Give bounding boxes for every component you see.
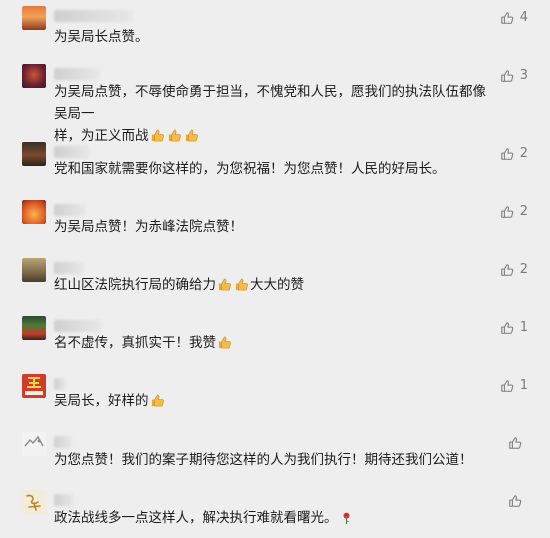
comment-text-line: 为吴局点赞，不辱使命勇于担当，不愧党和人民，愿我们的执法队伍都像吴局一 <box>54 84 486 122</box>
like-button[interactable] <box>508 494 528 508</box>
thumbs-up-outline-icon <box>509 495 522 507</box>
comment-text: 为吴局点赞！为赤峰法院点赞！ <box>54 219 243 235</box>
avatar[interactable] <box>22 64 46 88</box>
thumbs-up-outline-icon <box>500 321 513 334</box>
like-count: 2 <box>519 146 528 161</box>
like-count: 2 <box>519 262 528 277</box>
rose-emoji-icon <box>343 512 349 525</box>
comment-text: 党和国家就需要你这样的，为您祝福！为您点赞！人民的好局长。 <box>54 161 446 177</box>
comment-text-part: 大大的赞 <box>250 277 304 293</box>
comment-text-part: 名不虚传，真抓实干！我赞 <box>54 335 216 351</box>
comment-text-part: 吴局长，好样的 <box>54 393 149 409</box>
username-blurred[interactable] <box>54 320 102 332</box>
username-blurred[interactable] <box>54 10 134 22</box>
thumbs-up-outline-icon <box>500 263 513 276</box>
avatar[interactable] <box>22 432 46 456</box>
avatar-graphic <box>24 435 44 447</box>
comment-text-line-2: 样，为正义而战 <box>54 125 494 147</box>
comment-text: 政法战线多一点这样人，解决执行难就看曙光。 <box>54 507 494 529</box>
avatar[interactable] <box>22 6 46 30</box>
thumbs-up-outline-icon <box>500 69 513 82</box>
avatar[interactable] <box>22 490 46 514</box>
thumbs-up-outline-icon <box>509 437 522 449</box>
comment-text-line: 样，为正义而战 <box>54 128 149 144</box>
comment-text: 吴局长，好样的 <box>54 390 494 412</box>
like-count: 2 <box>519 204 528 219</box>
username-blurred[interactable] <box>54 146 90 158</box>
comment-text: 名不虚传，真抓实干！我赞 <box>54 332 494 354</box>
thumbs-up-emoji-icon <box>185 129 198 142</box>
comment-text: 为吴局点赞，不辱使命勇于担当，不愧党和人民，愿我们的执法队伍都像吴局一 样，为正… <box>54 81 494 147</box>
thumbs-up-emoji-icon <box>151 129 164 142</box>
comment-text: 红山区法院执行局的确给力 大大的赞 <box>54 274 494 296</box>
like-button[interactable]: 1 <box>500 378 528 393</box>
comment-list: 4 为吴局长点赞。 3 为吴局点赞，不辱使命勇于担当，不愧党和人民，愿我们的执法… <box>0 0 550 538</box>
avatar-graphic <box>25 377 43 395</box>
like-button[interactable]: 3 <box>500 68 528 83</box>
avatar-graphic <box>26 494 41 511</box>
username-blurred[interactable] <box>54 262 84 274</box>
avatar[interactable] <box>22 142 46 166</box>
thumbs-up-outline-icon <box>500 147 513 160</box>
thumbs-up-outline-icon <box>500 11 513 24</box>
like-button[interactable]: 2 <box>500 204 528 219</box>
comment-text-part: 政法战线多一点这样人，解决执行难就看曙光。 <box>54 510 338 526</box>
thumbs-up-emoji-icon <box>218 336 231 349</box>
avatar[interactable] <box>22 200 46 224</box>
like-button[interactable]: 4 <box>500 10 528 25</box>
like-button[interactable]: 2 <box>500 262 528 277</box>
avatar[interactable] <box>22 258 46 282</box>
like-button[interactable]: 1 <box>500 320 528 335</box>
username-blurred[interactable] <box>54 204 86 216</box>
like-count: 1 <box>519 320 528 335</box>
avatar[interactable] <box>22 374 46 398</box>
username-blurred[interactable] <box>54 436 72 448</box>
username-blurred[interactable] <box>54 494 74 506</box>
comment-text: 为您点赞！我们的案子期待您这样的人为我们执行！期待还我们公道！ <box>54 452 473 468</box>
username-blurred[interactable] <box>54 68 100 80</box>
thumbs-up-outline-icon <box>500 379 513 392</box>
username-blurred[interactable] <box>54 378 66 390</box>
like-count: 4 <box>519 10 528 25</box>
like-button[interactable]: 2 <box>500 146 528 161</box>
thumbs-up-emoji-icon <box>235 278 248 291</box>
comment-text-part: 红山区法院执行局的确给力 <box>54 277 216 293</box>
comment-text: 为吴局长点赞。 <box>54 29 149 45</box>
like-button[interactable] <box>508 436 528 450</box>
avatar[interactable] <box>22 316 46 340</box>
thumbs-up-emoji-icon <box>151 394 164 407</box>
like-count: 1 <box>519 378 528 393</box>
thumbs-up-emoji-icon <box>168 129 181 142</box>
like-count: 3 <box>519 68 528 83</box>
thumbs-up-outline-icon <box>500 205 513 218</box>
thumbs-up-emoji-icon <box>218 278 231 291</box>
